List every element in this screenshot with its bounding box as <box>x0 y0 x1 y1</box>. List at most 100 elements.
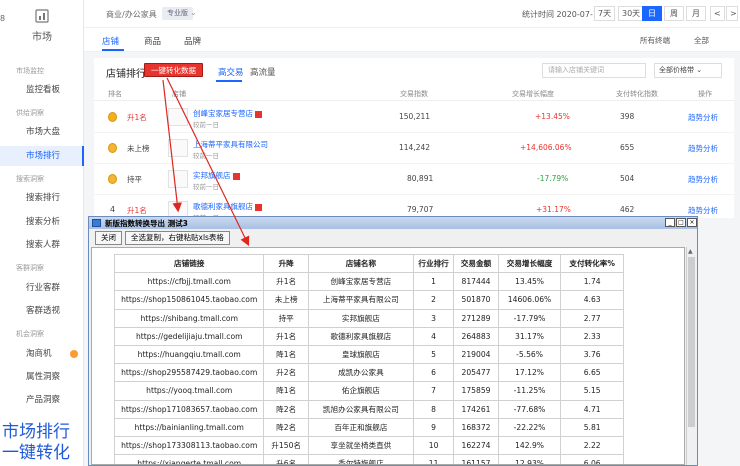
cell-conversion-rate[interactable]: 2.22 <box>560 435 624 456</box>
cell-trade-growth[interactable]: 13.45% <box>497 272 562 292</box>
nav-item-customer-perspective[interactable]: 客群透视 <box>0 301 84 321</box>
nav-item-market-rank[interactable]: 市场排行 <box>0 146 84 166</box>
trend-analysis-link[interactable]: 趋势分析 <box>688 174 718 185</box>
cell-shop-link[interactable]: https://huangqiu.tmall.com <box>113 344 265 365</box>
cell-shop-link[interactable]: https://xiangerte.tmall.com <box>113 454 265 464</box>
prev-date-button[interactable]: < <box>710 6 725 21</box>
cell-rank-change[interactable]: 降2名 <box>263 417 309 437</box>
vertical-scrollbar[interactable]: ▲ <box>686 247 696 465</box>
cell-conversion-rate[interactable]: 1.74 <box>560 272 624 292</box>
nav-item-search-rank[interactable]: 搜索排行 <box>0 188 84 208</box>
tab-product[interactable]: 商品 <box>144 35 161 47</box>
cell-rank-change[interactable]: 降1名 <box>263 381 309 401</box>
cell-trade-growth[interactable]: 14606.06% <box>497 290 562 310</box>
cell-shop-link[interactable]: https://shop173308113.taobao.com <box>113 435 265 456</box>
cell-shop-name[interactable]: 成凯办公家具 <box>307 363 414 383</box>
cell-shop-name[interactable]: 歌德利家具旗舰店 <box>307 326 414 346</box>
scroll-thumb[interactable] <box>688 257 695 427</box>
cell-shop-name[interactable]: 享坐就坐椅类直供 <box>307 435 414 456</box>
all-filter[interactable]: 全部 <box>694 35 709 46</box>
cell-shop-name[interactable]: 凯旭办公家具有限公司 <box>307 399 414 419</box>
cell-shop-link[interactable]: https://shop171083657.taobao.com <box>113 399 265 419</box>
cell-conversion-rate[interactable]: 6.65 <box>560 363 624 383</box>
close-button[interactable]: 关闭 <box>95 231 122 245</box>
cell-conversion-rate[interactable]: 2.77 <box>560 308 624 328</box>
cell-conversion-rate[interactable]: 5.15 <box>560 381 624 401</box>
tab-shop[interactable]: 店铺 <box>102 35 119 47</box>
cell-conversion-rate[interactable]: 3.76 <box>560 344 624 365</box>
cell-trade-amount[interactable]: 271289 <box>453 308 499 328</box>
nav-item-search-crowd[interactable]: 搜索人群 <box>0 235 84 255</box>
cell-trade-growth[interactable]: -5.56% <box>497 344 562 365</box>
tab-brand[interactable]: 品牌 <box>184 35 201 47</box>
cell-trade-amount[interactable]: 219004 <box>453 344 499 365</box>
cell-industry-rank[interactable]: 9 <box>412 417 455 437</box>
nav-item-search-analysis[interactable]: 搜索分析 <box>0 212 84 232</box>
copy-all-button[interactable]: 全选复制，右键粘贴xls表格 <box>125 231 230 245</box>
nav-item-market-overview[interactable]: 市场大盘 <box>0 122 84 142</box>
cell-shop-name[interactable]: 上海蒂平家具有限公司 <box>307 290 414 310</box>
cell-rank-change[interactable]: 升1名 <box>263 326 309 346</box>
chevron-down-icon[interactable]: ⌄ <box>190 8 197 17</box>
cell-shop-name[interactable]: 创峰宝家居专营店 <box>307 272 414 292</box>
cell-rank-change[interactable]: 升2名 <box>263 363 309 383</box>
cell-industry-rank[interactable]: 1 <box>412 272 455 292</box>
cell-trade-amount[interactable]: 174261 <box>453 399 499 419</box>
cell-industry-rank[interactable]: 3 <box>412 308 455 328</box>
cell-shop-link[interactable]: https://cfbjj.tmall.com <box>113 272 265 292</box>
cell-rank-change[interactable]: 持平 <box>263 308 309 328</box>
cell-trade-growth[interactable]: 12.93% <box>497 454 562 464</box>
cell-shop-link[interactable]: https://shop295587429.taobao.com <box>113 363 265 383</box>
trend-analysis-link[interactable]: 趋势分析 <box>688 205 718 216</box>
nav-item-taoshangji[interactable]: 淘商机 <box>0 344 84 364</box>
category-breadcrumb[interactable]: 商业/办公家具 <box>106 9 157 20</box>
cell-conversion-rate[interactable]: 4.63 <box>560 290 624 310</box>
cell-rank-change[interactable]: 升6名 <box>263 454 309 464</box>
period-month[interactable]: 月 <box>686 6 706 21</box>
window-title-bar[interactable]: 新版指数转换导出 测试3 _ □ × <box>89 217 697 229</box>
cell-industry-rank[interactable]: 10 <box>412 435 455 456</box>
cell-shop-link[interactable]: https://bainianling.tmall.com <box>113 417 265 437</box>
tab-high-trade[interactable]: 高交易 <box>218 66 244 78</box>
cell-industry-rank[interactable]: 6 <box>412 363 455 383</box>
period-week[interactable]: 周 <box>664 6 684 21</box>
cell-rank-change[interactable]: 升150名 <box>263 435 309 456</box>
cell-trade-growth[interactable]: -17.79% <box>497 308 562 328</box>
cell-conversion-rate[interactable]: 5.81 <box>560 417 624 437</box>
cell-shop-link[interactable]: https://shop150861045.taobao.com <box>113 290 265 310</box>
col-trade-growth[interactable]: 交易增长幅度 <box>512 89 554 99</box>
nav-item-monitor-board[interactable]: 监控看板 <box>0 80 84 100</box>
nav-market-logo[interactable]: 市场 <box>0 8 84 43</box>
cell-trade-amount[interactable]: 168372 <box>453 417 499 437</box>
cell-rank-change[interactable]: 未上榜 <box>263 290 309 310</box>
cell-shop-name[interactable]: 皇球旗舰店 <box>307 344 414 365</box>
cell-industry-rank[interactable]: 5 <box>412 344 455 365</box>
cell-trade-amount[interactable]: 175859 <box>453 381 499 401</box>
cell-rank-change[interactable]: 降1名 <box>263 344 309 365</box>
shop-search-input[interactable]: 请输入店铺关键词 <box>542 63 646 78</box>
col-trade-index[interactable]: 交易指数 <box>400 89 428 99</box>
nav-item-industry-customers[interactable]: 行业客群 <box>0 278 84 298</box>
period-30d[interactable]: 30天 <box>618 6 645 21</box>
shop-name-link[interactable]: 实邦旗舰店 <box>193 170 240 181</box>
cell-industry-rank[interactable]: 2 <box>412 290 455 310</box>
shop-name-link[interactable]: 歌德利家具旗舰店 <box>193 201 262 212</box>
scroll-up-icon[interactable]: ▲ <box>688 248 693 255</box>
cell-industry-rank[interactable]: 11 <box>412 454 455 464</box>
cell-shop-name[interactable]: 百年正和旗舰店 <box>307 417 414 437</box>
shop-name-link[interactable]: 创峰宝家居专营店 <box>193 108 262 119</box>
cell-trade-amount[interactable]: 817444 <box>453 272 499 292</box>
trend-analysis-link[interactable]: 趋势分析 <box>688 112 718 123</box>
minimize-icon[interactable]: _ <box>665 218 675 227</box>
nav-item-attribute-insight[interactable]: 属性洞察 <box>0 367 84 387</box>
cell-shop-name[interactable]: 香尔特旗舰店 <box>307 454 414 464</box>
cell-trade-amount[interactable]: 264883 <box>453 326 499 346</box>
cell-rank-change[interactable]: 降2名 <box>263 399 309 419</box>
close-icon[interactable]: × <box>687 218 697 227</box>
cell-shop-link[interactable]: https://yooq.tmall.com <box>113 381 265 401</box>
cell-trade-growth[interactable]: 17.12% <box>497 363 562 383</box>
cell-shop-link[interactable]: https://gedelijiaju.tmall.com <box>113 326 265 346</box>
period-7d[interactable]: 7天 <box>594 6 616 21</box>
cell-shop-link[interactable]: https://shibang.tmall.com <box>113 308 265 328</box>
trend-analysis-link[interactable]: 趋势分析 <box>688 143 718 154</box>
